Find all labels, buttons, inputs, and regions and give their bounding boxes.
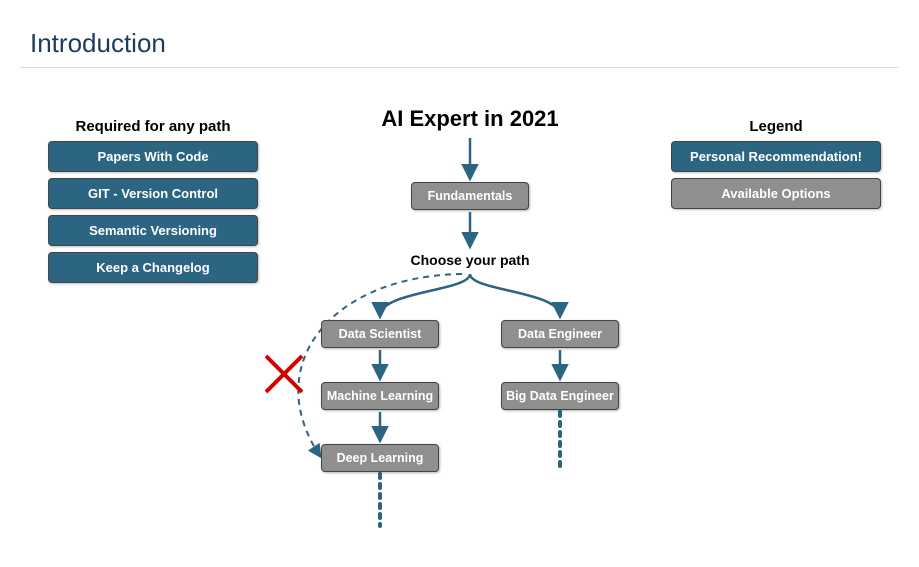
node-fundamentals[interactable]: Fundamentals bbox=[411, 182, 529, 210]
required-item-changelog[interactable]: Keep a Changelog bbox=[48, 252, 258, 283]
legend-recommended: Personal Recommendation! bbox=[671, 141, 881, 172]
node-data-engineer[interactable]: Data Engineer bbox=[501, 320, 619, 348]
required-panel: Required for any path Papers With Code G… bbox=[38, 118, 268, 289]
divider bbox=[20, 67, 899, 68]
cross-icon bbox=[262, 352, 306, 396]
choose-your-path-label: Choose your path bbox=[370, 252, 570, 268]
required-item-semver[interactable]: Semantic Versioning bbox=[48, 215, 258, 246]
node-deep-learning[interactable]: Deep Learning bbox=[321, 444, 439, 472]
legend-available: Available Options bbox=[671, 178, 881, 209]
node-data-scientist[interactable]: Data Scientist bbox=[321, 320, 439, 348]
node-machine-learning[interactable]: Machine Learning bbox=[321, 382, 439, 410]
required-item-papers-with-code[interactable]: Papers With Code bbox=[48, 141, 258, 172]
diagram-title: AI Expert in 2021 bbox=[240, 106, 700, 132]
node-big-data-engineer[interactable]: Big Data Engineer bbox=[501, 382, 619, 410]
required-item-git[interactable]: GIT - Version Control bbox=[48, 178, 258, 209]
required-heading: Required for any path bbox=[38, 118, 268, 135]
page-title: Introduction bbox=[30, 28, 919, 59]
roadmap-diagram: AI Expert in 2021 Fundamentals Choose yo… bbox=[240, 106, 700, 566]
